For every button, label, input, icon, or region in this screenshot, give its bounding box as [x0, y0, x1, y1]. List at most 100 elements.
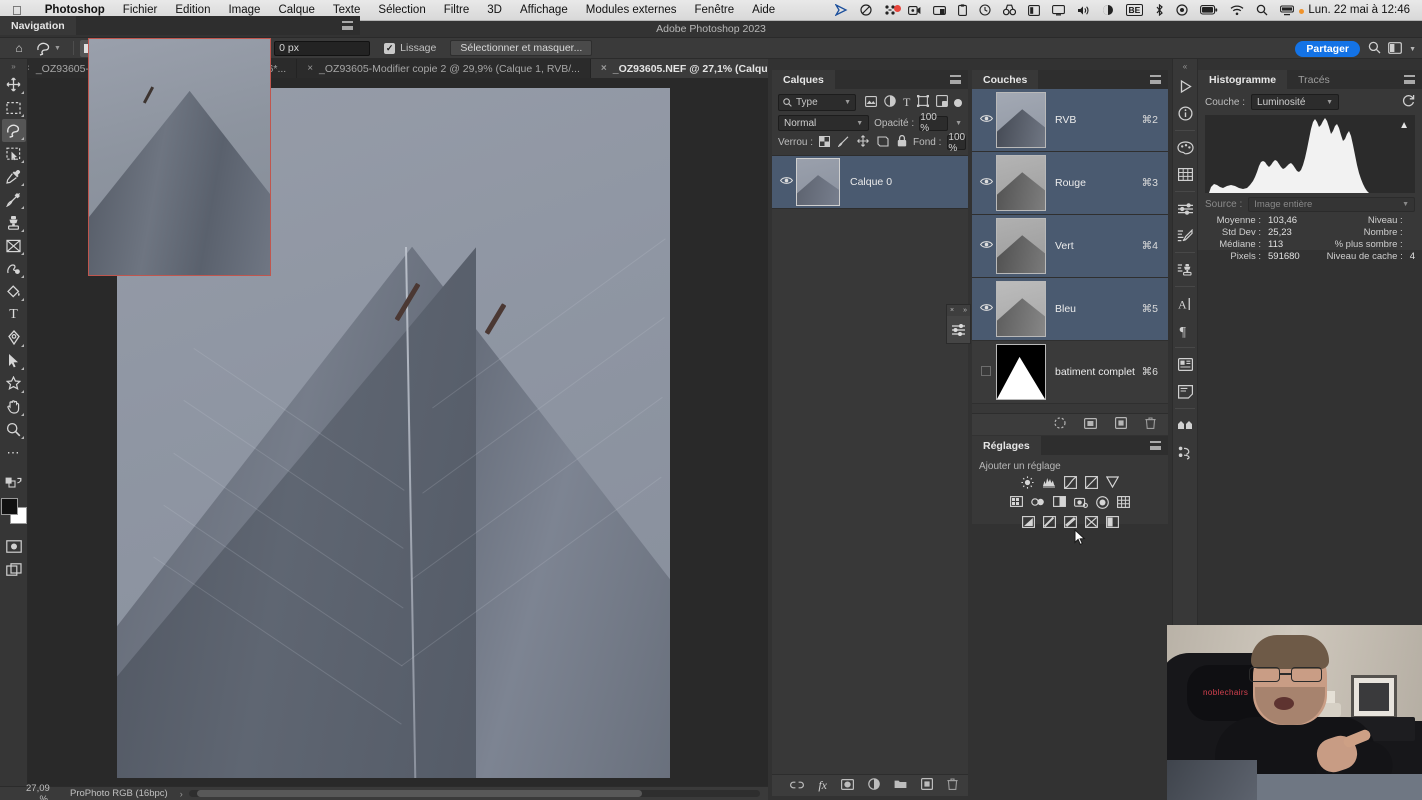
control-center-icon[interactable] [1274, 4, 1305, 16]
apple-logo-icon[interactable]:  [12, 4, 22, 17]
paint-bucket-tool-icon[interactable] [2, 280, 26, 303]
properties-icon[interactable] [1172, 195, 1198, 222]
pixel-filter-icon[interactable] [865, 95, 877, 110]
black-white-icon[interactable] [1053, 496, 1066, 512]
new-group-icon[interactable] [894, 779, 907, 792]
clipboard-icon[interactable] [952, 4, 973, 16]
lock-all-icon[interactable] [897, 134, 907, 150]
chevron-down-icon[interactable]: ▼ [1326, 99, 1333, 106]
rectangular-marquee-tool-icon[interactable] [2, 96, 26, 119]
eye-icon[interactable] [976, 177, 996, 189]
color-swatches[interactable] [0, 498, 27, 524]
photo-filter-icon[interactable] [1074, 496, 1088, 512]
brightness-contrast-icon[interactable] [1021, 476, 1034, 492]
chevron-down-icon[interactable]: ▼ [856, 120, 863, 127]
uncached-warning-icon[interactable]: ▲ [1399, 120, 1409, 131]
selective-color-icon[interactable] [1084, 516, 1098, 531]
channel-mixer-icon[interactable] [1096, 496, 1109, 512]
feather-input[interactable]: 0 px [274, 40, 371, 56]
chevron-down-icon[interactable]: ▼ [1402, 201, 1409, 208]
actions-icon[interactable] [1172, 412, 1198, 439]
channel-row-bleu[interactable]: Bleu ⌘5 [972, 278, 1168, 341]
zoom-tool-icon[interactable] [2, 418, 26, 441]
channel-thumbnail-bleu[interactable] [996, 281, 1046, 337]
lasso-tool-icon[interactable] [1, 119, 26, 142]
refresh-icon[interactable] [1402, 94, 1415, 110]
keyboard-layout-icon[interactable]: BE [1120, 4, 1150, 16]
color-palette-icon[interactable] [1172, 134, 1198, 161]
workspace-chevron-down-icon[interactable]: ▼ [1409, 46, 1416, 53]
color-balance-icon[interactable] [1031, 496, 1045, 512]
type-filter-icon[interactable]: T [903, 96, 910, 108]
blend-mode-select[interactable]: Normal ▼ [778, 115, 870, 131]
levels-icon[interactable] [1042, 476, 1056, 492]
vpn-icon[interactable] [1096, 4, 1120, 16]
menu-item-texte[interactable]: Texte [324, 4, 370, 16]
horizontal-scrollbar[interactable] [188, 790, 760, 797]
histogram-channel-select[interactable]: Luminosité ▼ [1251, 94, 1340, 110]
adjustment-layer-icon[interactable] [868, 778, 880, 793]
eraser-tool-icon[interactable] [2, 234, 26, 257]
vibrance-icon[interactable] [1105, 476, 1120, 492]
menu-item-fenetre[interactable]: Fenêtre [686, 4, 744, 16]
menu-item-3d[interactable]: 3D [478, 4, 511, 16]
smartobject-filter-icon[interactable] [936, 95, 949, 110]
move-tool-icon[interactable] [2, 73, 26, 96]
eye-icon[interactable] [976, 303, 996, 315]
tab-histogramme[interactable]: Histogramme [1198, 70, 1288, 89]
eye-icon[interactable] [976, 240, 996, 252]
channel-thumbnail-vert[interactable] [996, 218, 1046, 274]
libraries-icon[interactable] [1172, 351, 1198, 378]
type-tool-icon[interactable]: T [2, 303, 26, 326]
info-icon[interactable] [1172, 100, 1198, 127]
dock-collapse-icon[interactable]: « [1183, 59, 1187, 73]
histogram-panel-menu-icon[interactable] [1404, 75, 1415, 84]
delete-channel-icon[interactable] [1145, 417, 1156, 432]
status-expand-arrow-icon[interactable]: › [168, 789, 183, 799]
adjustment-filter-icon[interactable] [884, 95, 896, 110]
layer-thumbnail[interactable] [796, 158, 840, 206]
histogram-source-select[interactable]: Image entière ▼ [1248, 197, 1415, 212]
layer-row[interactable]: Calque 0 [772, 155, 968, 209]
brush-settings-icon[interactable] [1172, 222, 1198, 249]
menu-item-selection[interactable]: Sélection [369, 4, 434, 16]
close-tab-3-icon[interactable]: × [601, 63, 607, 74]
exposure-icon[interactable] [1085, 476, 1098, 492]
tab-calques[interactable]: Calques [772, 70, 835, 89]
layers-panel-menu-icon[interactable] [950, 75, 961, 84]
layer-name[interactable]: Calque 0 [850, 176, 892, 188]
opacity-input[interactable]: 100 % [919, 112, 949, 134]
menu-item-edition[interactable]: Edition [166, 4, 219, 16]
brush-tool-icon[interactable] [2, 188, 26, 211]
channel-row-rvb[interactable]: RVB ⌘2 [972, 89, 1168, 152]
new-layer-icon[interactable] [921, 778, 934, 793]
channel-thumbnail-batiment-complet[interactable] [996, 344, 1046, 400]
fill-input[interactable]: 100 % [947, 132, 967, 154]
workspace-icon[interactable] [1388, 41, 1402, 57]
menu-item-filtre[interactable]: Filtre [435, 4, 479, 16]
notes-icon[interactable] [1172, 378, 1198, 405]
foreground-color-swatch[interactable] [0, 498, 18, 515]
eye-icon[interactable] [976, 114, 996, 126]
bartender-icon[interactable] [829, 4, 854, 16]
gradient-tool-icon[interactable] [2, 257, 26, 280]
antialias-checkbox[interactable]: ✓ [384, 42, 396, 54]
share-button[interactable]: Partager [1295, 41, 1360, 57]
floating-contextual-taskbar[interactable]: × » [946, 304, 971, 344]
volume-icon[interactable] [1071, 5, 1096, 16]
channels-panel-menu-icon[interactable] [1150, 75, 1161, 84]
paragraph-icon[interactable]: ¶ [1172, 317, 1198, 344]
tab-traces[interactable]: Tracés [1287, 70, 1341, 89]
bluetooth-icon[interactable] [1149, 4, 1170, 16]
channel-thumbnail-rvb[interactable] [996, 92, 1046, 148]
lock-image-icon[interactable] [837, 135, 849, 150]
save-selection-icon[interactable] [1084, 417, 1098, 432]
time-machine-icon[interactable] [973, 4, 997, 16]
zoom-level[interactable]: 27,09 % [0, 783, 56, 800]
histogram-graph[interactable]: ▲ [1205, 115, 1415, 193]
menu-item-modules-externes[interactable]: Modules externes [577, 4, 686, 16]
default-colors-icon[interactable] [2, 471, 26, 494]
quick-mask-icon[interactable] [2, 535, 26, 558]
lock-transparent-icon[interactable] [819, 135, 831, 150]
spotlight-search-icon[interactable] [1250, 4, 1274, 16]
